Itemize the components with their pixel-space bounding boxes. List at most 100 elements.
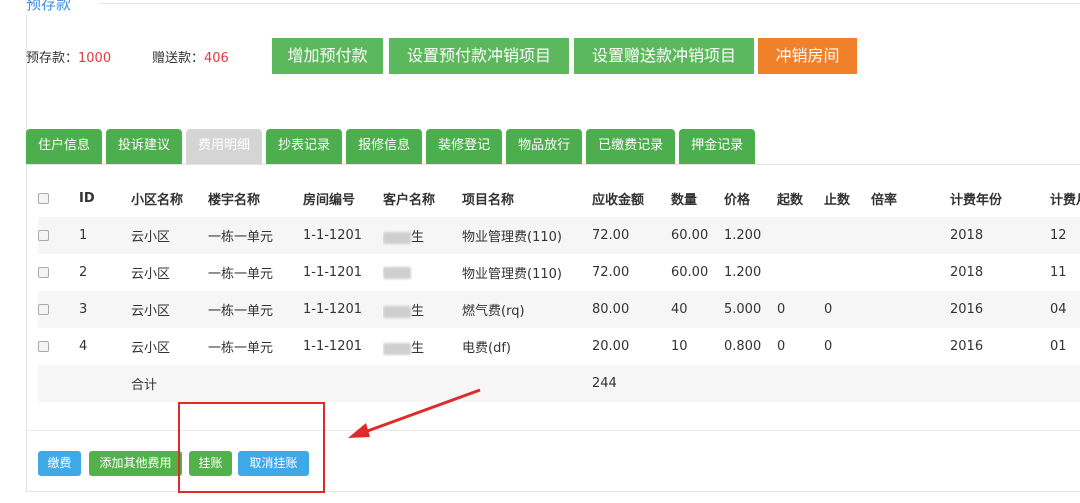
table-total-row: 合计 244: [38, 365, 1080, 402]
table-header-row: ID 小区名称 楼宇名称 房间编号 客户名称 项目名称 应收金额 数量 价格 起…: [38, 180, 1080, 217]
cell-customer: [383, 254, 462, 291]
offset-room-button[interactable]: 冲销房间: [758, 38, 857, 74]
tab-resident-info[interactable]: 住户信息: [26, 129, 103, 164]
column-header: 起数: [777, 193, 804, 208]
tab-renovation[interactable]: 装修登记: [426, 129, 503, 164]
select-all-cell[interactable]: [38, 180, 79, 217]
cell-id: 2: [79, 265, 88, 280]
row-checkbox[interactable]: [38, 341, 49, 352]
cell-start: 0: [777, 291, 824, 328]
cell-price: 5.000: [724, 291, 777, 328]
select-all-checkbox[interactable]: [38, 193, 49, 204]
column-header: 楼宇名称: [208, 193, 261, 208]
cell-room: 1-1-1201: [303, 291, 383, 328]
cell-year: 2018: [950, 265, 984, 280]
cell-amount: 80.00: [592, 291, 671, 328]
cell-customer: 生: [383, 217, 462, 254]
column-header: 客户名称: [383, 193, 436, 208]
cell-id: 4: [79, 339, 88, 354]
redacted-name: [383, 266, 411, 279]
table-row[interactable]: 4 云小区 一栋一单元 1-1-1201 生 电费(df) 20.00 10 0…: [38, 328, 1080, 365]
table-footer-divider: [26, 430, 1080, 431]
cell-rate: [871, 291, 950, 328]
cell-item: 物业管理费(110): [462, 217, 592, 254]
cell-room: 1-1-1201: [303, 339, 363, 354]
tab-paid-records[interactable]: 已缴费记录: [586, 129, 676, 164]
add-other-fee-button[interactable]: 添加其他费用: [89, 451, 182, 476]
column-header: ID: [79, 191, 95, 206]
total-value: 244: [592, 365, 671, 402]
row-checkbox[interactable]: [38, 304, 49, 315]
cell-building: 一栋一单元: [208, 217, 303, 254]
cell-room: 1-1-1201: [303, 217, 383, 254]
cell-id: 3: [79, 291, 131, 328]
gift-label: 赠送款：: [152, 51, 205, 66]
cell-end: 0: [824, 291, 871, 328]
table-row[interactable]: 2 云小区 一栋一单元 1-1-1201 物业管理费(110) 72.00 60…: [38, 254, 1080, 291]
cell-year: 2016: [950, 291, 1050, 328]
table-row[interactable]: 1 云小区 一栋一单元 1-1-1201 生 物业管理费(110) 72.00 …: [38, 217, 1080, 254]
cell-qty: 10: [671, 339, 688, 354]
set-prepay-offset-button[interactable]: 设置预付款冲销项目: [389, 38, 569, 74]
tab-repair-info[interactable]: 报修信息: [346, 129, 423, 164]
column-header: 项目名称: [462, 193, 515, 208]
column-header: 价格: [724, 193, 751, 208]
redacted-name: [383, 305, 411, 318]
cell-end: [824, 217, 871, 254]
cell-price: 1.200: [724, 265, 762, 280]
cell-year: 2018: [950, 217, 1050, 254]
cell-start: 0: [777, 339, 786, 354]
customer-suffix: 生: [411, 304, 425, 319]
set-gift-offset-button[interactable]: 设置赠送款冲销项目: [574, 38, 754, 74]
detail-tabs: 住户信息 投诉建议 费用明细 抄表记录 报修信息 装修登记 物品放行 已缴费记录…: [26, 129, 759, 164]
cell-item: 燃气费(rq): [462, 291, 592, 328]
row-checkbox[interactable]: [38, 230, 49, 241]
row-checkbox[interactable]: [38, 267, 49, 278]
cell-start: [777, 254, 824, 291]
fee-table: ID 小区名称 楼宇名称 房间编号 客户名称 项目名称 应收金额 数量 价格 起…: [38, 180, 1080, 402]
column-header: 房间编号: [303, 193, 356, 208]
tab-fee-details[interactable]: 费用明细: [186, 129, 263, 164]
column-header: 小区名称: [131, 193, 184, 208]
gift-value: 406: [204, 51, 229, 66]
tab-deposit-records[interactable]: 押金记录: [679, 129, 756, 164]
cell-room: 1-1-1201: [303, 265, 363, 280]
prepaid-balance: 预存款：1000: [26, 47, 111, 66]
redacted-name: [383, 231, 411, 244]
hang-account-button[interactable]: 挂账: [189, 451, 232, 476]
cell-building: 一栋一单元: [208, 341, 274, 356]
cell-customer: 生: [383, 328, 462, 365]
cell-community: 云小区: [131, 341, 171, 356]
cell-community: 云小区: [131, 267, 171, 282]
cell-price: 1.200: [724, 217, 777, 254]
table-row[interactable]: 3 云小区 一栋一单元 1-1-1201 生 燃气费(rq) 80.00 40 …: [38, 291, 1080, 328]
cell-end: 0: [824, 339, 833, 354]
cell-community: 云小区: [131, 217, 208, 254]
customer-suffix: 生: [411, 341, 425, 356]
cell-amount: 20.00: [592, 339, 630, 354]
cell-building: 一栋一单元: [208, 267, 274, 282]
tab-meter-records[interactable]: 抄表记录: [266, 129, 343, 164]
cancel-hang-button[interactable]: 取消挂账: [238, 451, 309, 476]
cell-amount: 72.00: [592, 265, 630, 280]
tab-item-release[interactable]: 物品放行: [506, 129, 583, 164]
cell-amount: 72.00: [592, 217, 671, 254]
total-label: 合计: [131, 365, 208, 402]
column-header: 计费年份: [950, 193, 1003, 208]
tab-complaints[interactable]: 投诉建议: [106, 129, 183, 164]
cell-rate: [871, 217, 950, 254]
cell-customer: 生: [383, 291, 462, 328]
customer-suffix: 生: [411, 230, 425, 245]
add-prepay-button[interactable]: 增加预付款: [272, 38, 383, 74]
cell-month: 01: [1050, 339, 1067, 354]
cell-start: [777, 217, 824, 254]
cell-month: 12: [1050, 217, 1080, 254]
cell-price: 0.800: [724, 339, 762, 354]
prepaid-value: 1000: [78, 51, 112, 66]
gift-balance: 赠送款：406: [152, 47, 229, 66]
column-header: 计费月份: [1050, 193, 1080, 208]
pay-button[interactable]: 缴费: [38, 451, 81, 476]
cell-item: 物业管理费(110): [462, 267, 562, 282]
section-title: 预存款: [26, 0, 80, 14]
cell-id: 1: [79, 217, 131, 254]
